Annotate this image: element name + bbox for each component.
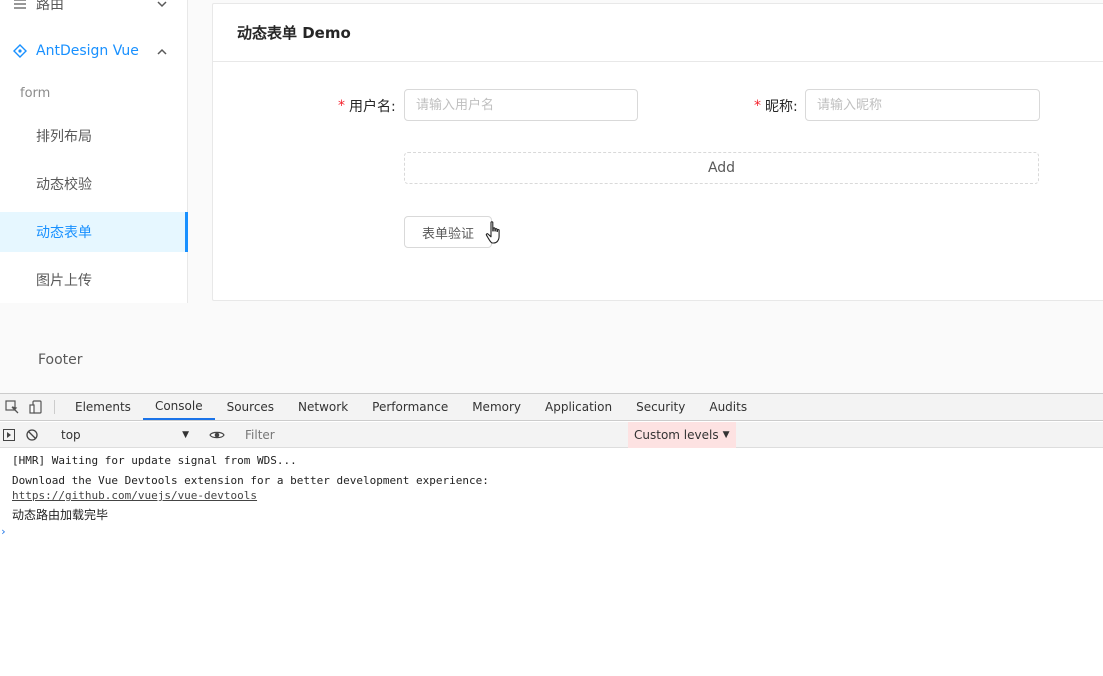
toolbar-divider bbox=[54, 400, 55, 414]
antdesign-icon bbox=[12, 43, 28, 59]
console-message: 动态路由加载完毕 bbox=[12, 508, 109, 522]
tab-elements[interactable]: Elements bbox=[63, 394, 143, 420]
sidebar-toggle-icon[interactable] bbox=[0, 428, 18, 441]
username-label-text: 用户名: bbox=[349, 99, 396, 115]
menu-icon bbox=[12, 0, 28, 12]
add-field-button[interactable]: Add bbox=[404, 152, 1039, 184]
nickname-label-text: 昵称: bbox=[765, 99, 798, 115]
username-input[interactable] bbox=[404, 89, 638, 121]
sidebar: 路由 AntDesign Vue form 排列布局 动态校验 动态表单 图片上… bbox=[0, 0, 188, 303]
console-output: [HMR] Waiting for update signal from WDS… bbox=[0, 449, 1103, 538]
chevron-down-icon bbox=[156, 0, 168, 10]
tab-memory[interactable]: Memory bbox=[460, 394, 533, 420]
validate-form-button[interactable]: 表单验证 bbox=[404, 216, 492, 248]
tab-security[interactable]: Security bbox=[624, 394, 697, 420]
context-select-value: top bbox=[61, 427, 81, 442]
sidebar-item-label: 动态校验 bbox=[36, 177, 92, 193]
inspect-element-icon[interactable] bbox=[0, 394, 24, 420]
sidebar-item-dynamic-form[interactable]: 动态表单 bbox=[0, 212, 188, 252]
eye-icon[interactable] bbox=[208, 430, 226, 440]
console-message: Download the Vue Devtools extension for … bbox=[12, 474, 489, 487]
tab-audits[interactable]: Audits bbox=[697, 394, 759, 420]
form-card: 动态表单 Demo * 用户名: * 昵称: Add 表单验证 bbox=[212, 3, 1103, 301]
console-toolbar: top ▼ Custom levels ▼ bbox=[0, 421, 1103, 448]
menu-group-title: form bbox=[20, 86, 51, 101]
tab-performance[interactable]: Performance bbox=[360, 394, 460, 420]
sidebar-menu-route[interactable]: 路由 bbox=[0, 0, 188, 22]
tab-console[interactable]: Console bbox=[142, 394, 215, 420]
hand-pointer-icon bbox=[485, 221, 500, 244]
required-mark: * bbox=[754, 98, 761, 114]
context-select[interactable]: top ▼ bbox=[51, 425, 195, 445]
card-title: 动态表单 Demo bbox=[213, 4, 1103, 62]
sidebar-submenu-label: AntDesign Vue bbox=[36, 43, 139, 59]
chevron-up-icon bbox=[156, 45, 168, 57]
sidebar-item-layout[interactable]: 排列布局 bbox=[0, 116, 188, 156]
required-mark: * bbox=[338, 98, 345, 114]
device-toolbar-icon[interactable] bbox=[24, 394, 48, 420]
log-levels-dropdown[interactable]: Custom levels ▼ bbox=[628, 421, 736, 448]
dropdown-arrow-icon: ▼ bbox=[722, 429, 730, 440]
dropdown-arrow-icon: ▼ bbox=[182, 429, 189, 440]
devtools-tabbar: Elements Console Sources Network Perform… bbox=[0, 394, 1103, 421]
sidebar-menu-route-label: 路由 bbox=[36, 0, 64, 13]
vue-devtools-link[interactable]: https://github.com/vuejs/vue-devtools bbox=[12, 489, 257, 502]
log-levels-label: Custom levels bbox=[634, 427, 719, 442]
nickname-label: * 昵称: bbox=[754, 96, 798, 116]
console-message-link-row: https://github.com/vuejs/vue-devtools bbox=[0, 488, 1103, 503]
sidebar-submenu-antdesign[interactable]: AntDesign Vue bbox=[0, 31, 188, 71]
tab-application[interactable]: Application bbox=[533, 394, 624, 420]
console-filter-input[interactable] bbox=[233, 423, 628, 446]
username-label: * 用户名: bbox=[338, 96, 396, 116]
sidebar-item-image-upload[interactable]: 图片上传 bbox=[0, 260, 188, 300]
console-message: [HMR] Waiting for update signal from WDS… bbox=[12, 454, 297, 467]
tab-sources[interactable]: Sources bbox=[215, 394, 286, 420]
sidebar-item-label: 图片上传 bbox=[36, 273, 92, 289]
tab-network[interactable]: Network bbox=[286, 394, 360, 420]
sidebar-item-label: 动态表单 bbox=[36, 225, 92, 241]
console-prompt-icon: › bbox=[0, 525, 7, 538]
clear-console-icon[interactable] bbox=[18, 428, 46, 441]
app-area: 路由 AntDesign Vue form 排列布局 动态校验 动态表单 图片上… bbox=[0, 0, 1103, 393]
sidebar-item-label: 排列布局 bbox=[36, 129, 92, 145]
devtools-panel: Elements Console Sources Network Perform… bbox=[0, 393, 1103, 676]
footer: Footer bbox=[38, 352, 83, 368]
nickname-input[interactable] bbox=[805, 89, 1040, 121]
sidebar-item-dynamic-validation[interactable]: 动态校验 bbox=[0, 164, 188, 204]
